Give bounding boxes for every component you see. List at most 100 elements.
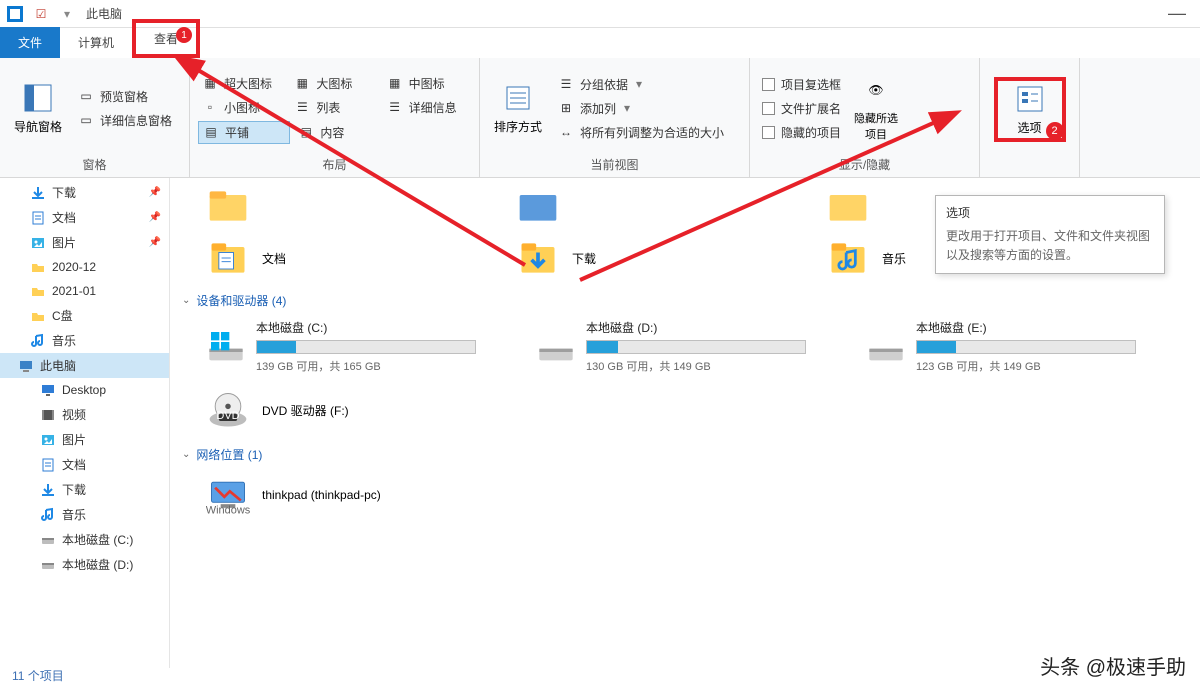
pic-icon [30, 235, 46, 251]
sidebar-item[interactable]: 图片 [0, 427, 169, 452]
drive-usage-bar [256, 340, 476, 354]
size-columns-button[interactable]: ↔将所有列调整为合适的大小 [554, 122, 728, 143]
sidebar-item-label: 下载 [52, 184, 76, 201]
tab-view-label: 查看 [154, 32, 178, 46]
sidebar-item-label: 图片 [62, 431, 86, 448]
drive-name: 本地磁盘 (C:) [256, 319, 486, 336]
section-devices[interactable]: ⌄ 设备和驱动器 (4) [182, 292, 1188, 309]
sidebar-item[interactable]: 2020-12 [0, 255, 169, 279]
drive-free-text: 139 GB 可用，共 165 GB [256, 358, 486, 374]
hidden-items[interactable]: 隐藏的项目 [758, 122, 845, 143]
qat-icon-3[interactable]: ▾ [56, 3, 78, 25]
sidebar-item[interactable]: 文档 [0, 452, 169, 477]
sidebar-item[interactable]: 此电脑 [0, 353, 169, 378]
sidebar-item[interactable]: 本地磁盘 (D:) [0, 552, 169, 577]
sidebar-item[interactable]: Desktop [0, 378, 169, 402]
network-item[interactable]: Windows thinkpad (thinkpad-pc) [206, 473, 456, 517]
details-pane-button[interactable]: ▭详细信息窗格 [74, 110, 176, 131]
svg-text:Windows: Windows [206, 504, 250, 516]
ribbon: 导航窗格 ▭预览窗格 ▭详细信息窗格 窗格 ▦超大图标 ▦大图标 ▦中图标 ▫小… [0, 58, 1200, 178]
drive-item[interactable]: 本地磁盘 (D:)130 GB 可用，共 149 GB [536, 319, 816, 374]
folder-item[interactable]: 下载 [516, 236, 766, 280]
doc-icon [30, 210, 46, 226]
chevron-down-icon: ⌄ [182, 295, 190, 306]
sidebar-item[interactable]: 文档📌 [0, 205, 169, 230]
tab-computer[interactable]: 计算机 [60, 27, 132, 58]
folder-label: 下载 [572, 250, 596, 267]
drive-free-text: 130 GB 可用，共 149 GB [586, 358, 816, 374]
item-checkboxes[interactable]: 项目复选框 [758, 74, 845, 95]
folder-item[interactable] [206, 184, 456, 228]
sidebar-item[interactable]: 下载📌 [0, 180, 169, 205]
drive-item[interactable]: 本地磁盘 (C:) 139 GB 可用，共 165 GB [206, 319, 486, 374]
group-caption: 当前视图 [488, 154, 741, 175]
section-network[interactable]: ⌄ 网络位置 (1) [182, 446, 1188, 463]
preview-pane-button[interactable]: ▭预览窗格 [74, 86, 176, 107]
sidebar-item-label: 2020-12 [52, 260, 96, 274]
pin-icon: 📌 [149, 237, 161, 248]
quick-access-toolbar: ☑ ▾ [4, 3, 78, 25]
sidebar-item-label: 本地磁盘 (C:) [62, 531, 133, 548]
network-item-label: thinkpad (thinkpad-pc) [262, 488, 381, 502]
layout-tiles[interactable]: ▤平铺 [198, 121, 290, 144]
dvd-drive[interactable]: DVD DVD 驱动器 (F:) [206, 388, 456, 432]
checkbox-icon [762, 78, 775, 91]
folder-icon [826, 184, 870, 228]
dvd-label: DVD 驱动器 (F:) [262, 402, 349, 419]
layout-xlarge[interactable]: ▦超大图标 [198, 73, 286, 94]
tab-view[interactable]: 查看 1 [132, 19, 200, 58]
folder-item[interactable] [516, 184, 766, 228]
nav-pane-button[interactable]: 导航窗格 [8, 62, 68, 154]
layout-details[interactable]: ☰详细信息 [383, 97, 471, 118]
tab-file[interactable]: 文件 [0, 27, 60, 58]
layout-medium[interactable]: ▦中图标 [383, 73, 471, 94]
status-bar: 11 个项目 [12, 667, 64, 684]
hide-selected-button[interactable]: 👁 隐藏所选项目 [851, 62, 901, 154]
sidebar-item[interactable]: C盘 [0, 303, 169, 328]
group-by-button[interactable]: ☰分组依据▾ [554, 74, 728, 95]
layout-content[interactable]: ▤内容 [294, 121, 384, 144]
minimize-button[interactable]: ― [1158, 3, 1196, 24]
hide-icon: 👁 [860, 74, 892, 106]
drive-item[interactable]: 本地磁盘 (E:)123 GB 可用，共 149 GB [866, 319, 1146, 374]
preview-pane-icon: ▭ [78, 88, 94, 104]
sidebar-item[interactable]: 下载 [0, 477, 169, 502]
layout-list[interactable]: ☰列表 [290, 97, 378, 118]
nav-pane-label: 导航窗格 [14, 118, 62, 135]
video-icon [40, 407, 56, 423]
sidebar-item[interactable]: 音乐 [0, 502, 169, 527]
checkbox-icon [762, 126, 775, 139]
checkbox-icon [762, 102, 775, 115]
sidebar-item-label: C盘 [52, 307, 73, 324]
dvd-icon: DVD [206, 388, 250, 432]
qat-icon-1[interactable] [4, 3, 26, 25]
qat-icon-2[interactable]: ☑ [30, 3, 52, 25]
sidebar-item-label: 音乐 [62, 506, 86, 523]
folder-label: 文档 [262, 250, 286, 267]
sidebar-item[interactable]: 2021-01 [0, 279, 169, 303]
sidebar-item-label: 2021-01 [52, 284, 96, 298]
drive-icon [536, 327, 576, 367]
navigation-sidebar[interactable]: 下载📌文档📌图片📌2020-122021-01C盘音乐此电脑Desktop视频图… [0, 178, 170, 668]
layout-small[interactable]: ▫小图标 [198, 97, 286, 118]
sidebar-item-label: 此电脑 [40, 357, 76, 374]
folder-item[interactable]: 文档 [206, 236, 456, 280]
doc-icon [40, 457, 56, 473]
download-folder-icon [516, 236, 560, 280]
sidebar-item[interactable]: 本地磁盘 (C:) [0, 527, 169, 552]
section-label: 网络位置 (1) [196, 446, 262, 463]
sidebar-item-label: Desktop [62, 383, 106, 397]
sidebar-item[interactable]: 音乐 [0, 328, 169, 353]
ribbon-group-panes: 导航窗格 ▭预览窗格 ▭详细信息窗格 窗格 [0, 58, 190, 177]
ribbon-group-showhide: 项目复选框 文件扩展名 隐藏的项目 👁 隐藏所选项目 显示/隐藏 [750, 58, 980, 177]
layout-large[interactable]: ▦大图标 [290, 73, 378, 94]
svg-text:DVD: DVD [216, 410, 239, 422]
desktop-icon [40, 382, 56, 398]
sort-button[interactable]: 排序方式 [488, 62, 548, 154]
music-icon [40, 507, 56, 523]
sidebar-item[interactable]: 图片📌 [0, 230, 169, 255]
sort-icon [502, 82, 534, 114]
sidebar-item[interactable]: 视频 [0, 402, 169, 427]
file-ext[interactable]: 文件扩展名 [758, 98, 845, 119]
add-columns-button[interactable]: ⊞添加列▾ [554, 98, 728, 119]
